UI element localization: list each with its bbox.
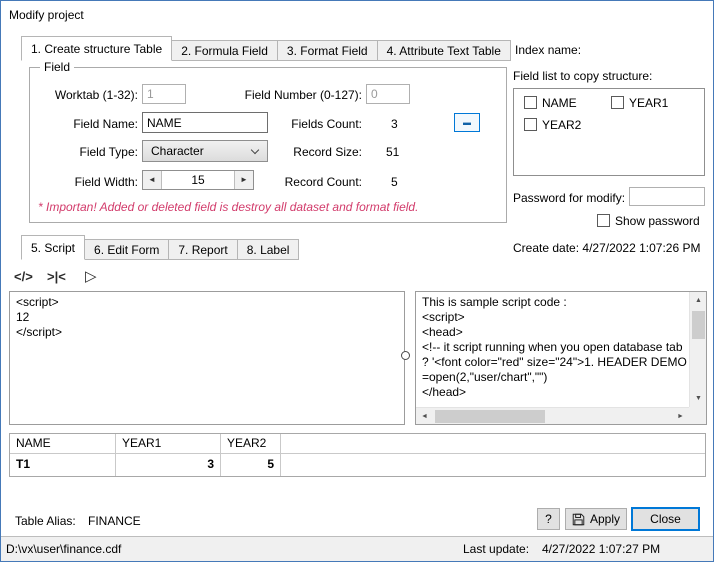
code-icon[interactable]: </> bbox=[14, 269, 33, 284]
create-date-value: 4/27/2022 1:07:26 PM bbox=[582, 241, 701, 255]
column-header-year2[interactable]: YEAR2 bbox=[221, 434, 281, 453]
window-title: Modify project bbox=[9, 8, 84, 22]
save-icon bbox=[572, 513, 585, 526]
script-editor[interactable]: <script> 12 </script> bbox=[9, 291, 405, 425]
run-script-icon[interactable]: ▷ bbox=[85, 267, 97, 285]
file-path: D:\vx\user\finance.cdf bbox=[6, 542, 122, 556]
field-name-label: Field Name: bbox=[73, 117, 138, 131]
help-button[interactable]: ? bbox=[537, 508, 560, 530]
scroll-down-icon[interactable]: ▼ bbox=[690, 390, 707, 407]
modify-project-dialog: Modify project 1. Create structure Table… bbox=[0, 0, 714, 562]
field-width-label: Field Width: bbox=[74, 175, 138, 189]
tab-script[interactable]: 5. Script bbox=[21, 235, 86, 260]
password-input[interactable] bbox=[629, 187, 705, 206]
checkbox-icon[interactable] bbox=[524, 118, 537, 131]
field-number-input[interactable] bbox=[366, 84, 410, 104]
checkbox-icon[interactable] bbox=[611, 96, 624, 109]
fields-count-value: 3 bbox=[391, 117, 398, 131]
password-label: Password for modify: bbox=[513, 191, 626, 205]
splitter-handle[interactable] bbox=[401, 351, 410, 360]
status-bar: D:\vx\user\finance.cdf Last update: 4/27… bbox=[1, 536, 713, 561]
cell-empty bbox=[281, 454, 705, 476]
collapse-icon[interactable]: >|< bbox=[47, 269, 66, 284]
remove-field-button[interactable]: ▬ bbox=[454, 113, 480, 132]
index-name-label: Index name: bbox=[515, 43, 582, 57]
apply-button[interactable]: Apply bbox=[565, 508, 627, 530]
horizontal-scroll-thumb[interactable] bbox=[435, 410, 545, 423]
table-alias-label: Table Alias: bbox=[15, 514, 76, 528]
data-preview-table: NAME YEAR1 YEAR2 T1 3 5 bbox=[9, 433, 706, 477]
table-row[interactable]: T1 3 5 bbox=[10, 454, 705, 476]
script-tab-strip: 5. Script 6. Edit Form 7. Report 8. Labe… bbox=[21, 235, 300, 260]
close-button-label: Close bbox=[650, 512, 681, 526]
horizontal-scrollbar[interactable]: ◄ ► bbox=[416, 407, 689, 424]
field-list-label: Field list to copy structure: bbox=[513, 69, 653, 83]
field-list-item-year1[interactable]: YEAR1 bbox=[611, 96, 668, 110]
field-list-item-label: NAME bbox=[542, 96, 577, 110]
field-list-item-year2[interactable]: YEAR2 bbox=[524, 118, 581, 132]
vertical-scroll-thumb[interactable] bbox=[692, 311, 705, 339]
scroll-left-icon[interactable]: ◄ bbox=[416, 408, 433, 425]
field-list-item-label: YEAR2 bbox=[542, 118, 582, 132]
cell-year1[interactable]: 3 bbox=[116, 454, 221, 476]
fields-count-label: Fields Count: bbox=[291, 117, 362, 131]
checkbox-icon[interactable] bbox=[597, 214, 610, 227]
create-date-label: Create date: bbox=[513, 241, 580, 255]
tab-format-field[interactable]: 3. Format Field bbox=[276, 40, 378, 61]
tab-attribute-text-table[interactable]: 4. Attribute Text Table bbox=[376, 40, 511, 61]
scroll-right-icon[interactable]: ► bbox=[672, 408, 689, 425]
field-group: Field Worktab (1-32): Field Number (0-12… bbox=[29, 60, 507, 223]
field-number-label: Field Number (0-127): bbox=[244, 88, 362, 102]
record-size-value: 51 bbox=[386, 145, 400, 159]
column-header-year1[interactable]: YEAR1 bbox=[116, 434, 221, 453]
create-date: Create date: 4/27/2022 1:07:26 PM bbox=[513, 241, 700, 256]
cell-year2[interactable]: 5 bbox=[221, 454, 281, 476]
column-header-empty bbox=[281, 434, 705, 453]
help-button-label: ? bbox=[545, 512, 552, 526]
record-count-label: Record Count: bbox=[284, 175, 362, 189]
tab-edit-form[interactable]: 6. Edit Form bbox=[84, 239, 170, 260]
record-count-value: 5 bbox=[391, 175, 398, 189]
checkbox-icon[interactable] bbox=[524, 96, 537, 109]
worktab-label: Worktab (1-32): bbox=[54, 88, 138, 102]
show-password-label: Show password bbox=[615, 214, 700, 228]
apply-button-label: Apply bbox=[589, 512, 621, 526]
sample-script-pane: This is sample script code : <script> <h… bbox=[415, 291, 707, 425]
record-size-label: Record Size: bbox=[293, 145, 362, 159]
tab-label[interactable]: 8. Label bbox=[236, 239, 300, 260]
structure-tab-strip: 1. Create structure Table 2. Formula Fie… bbox=[21, 36, 511, 61]
tab-formula-field[interactable]: 2. Formula Field bbox=[171, 40, 278, 61]
vertical-scrollbar[interactable]: ▲ ▼ bbox=[689, 292, 706, 407]
scrollbar-corner bbox=[689, 407, 706, 424]
tab-create-structure-table[interactable]: 1. Create structure Table bbox=[21, 36, 173, 61]
field-group-legend: Field bbox=[40, 60, 75, 74]
column-header-name[interactable]: NAME bbox=[10, 434, 116, 453]
worktab-input[interactable] bbox=[142, 84, 186, 104]
sample-script-text: This is sample script code : <script> <h… bbox=[422, 295, 687, 399]
table-alias-value: FINANCE bbox=[88, 514, 141, 528]
minus-icon: ▬ bbox=[463, 118, 471, 127]
table-header-row: NAME YEAR1 YEAR2 bbox=[10, 434, 705, 454]
last-update-value: 4/27/2022 1:07:27 PM bbox=[542, 542, 661, 556]
field-list-item-name[interactable]: NAME bbox=[524, 96, 577, 110]
field-type-value: Character bbox=[151, 144, 204, 158]
field-list-item-label: YEAR1 bbox=[629, 96, 669, 110]
show-password-checkbox[interactable]: Show password bbox=[597, 214, 700, 228]
close-button[interactable]: Close bbox=[631, 507, 700, 531]
tab-report[interactable]: 7. Report bbox=[168, 239, 238, 260]
last-update-label: Last update: bbox=[463, 542, 530, 556]
field-type-label: Field Type: bbox=[79, 145, 138, 159]
field-list-box: NAME YEAR1 YEAR2 bbox=[513, 88, 705, 176]
stepper-left-arrow-icon[interactable]: ◄ bbox=[143, 171, 162, 189]
scroll-up-icon[interactable]: ▲ bbox=[690, 292, 707, 309]
destroy-warning-text: * Importan! Added or deleted field is de… bbox=[38, 200, 419, 214]
cell-name[interactable]: T1 bbox=[10, 454, 116, 476]
